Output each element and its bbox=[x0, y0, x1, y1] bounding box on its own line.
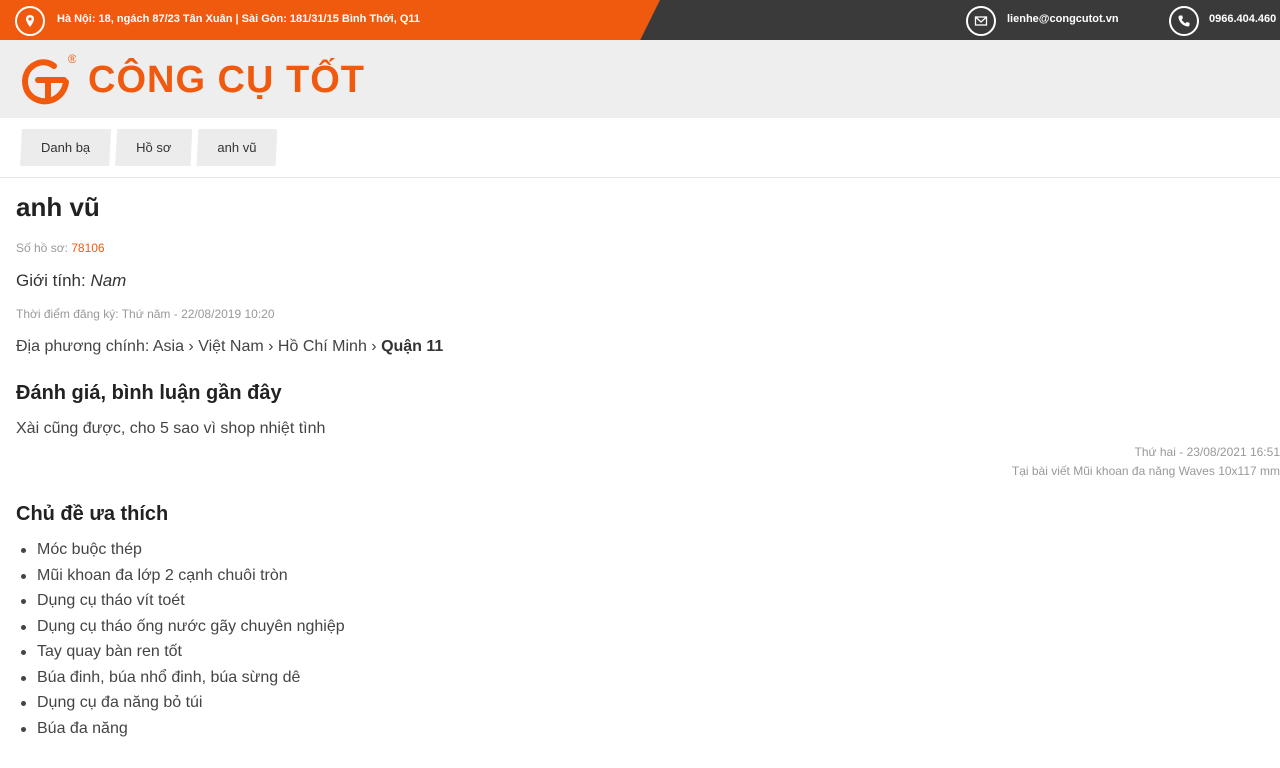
breadcrumb-item-profiles[interactable]: Hồ sơ bbox=[115, 129, 192, 166]
address-text: Hà Nội: 18, ngách 87/23 Tân Xuân | Sài G… bbox=[57, 13, 421, 25]
logo-text: CÔNG CỤ TỐT bbox=[88, 58, 365, 101]
profile-id-label: Số hồ sơ: bbox=[16, 241, 72, 255]
gender-value: Nam bbox=[90, 271, 127, 290]
list-item[interactable]: Dụng cụ tháo ống nước gãy chuyên nghiệp bbox=[16, 617, 345, 643]
svg-text:®: ® bbox=[68, 52, 76, 66]
phone-icon[interactable] bbox=[1169, 6, 1199, 36]
review-date: Thứ hai - 23/08/2021 16:51 bbox=[1134, 445, 1280, 459]
location: Địa phương chính: Asia › Việt Nam › Hồ C… bbox=[16, 338, 443, 356]
location-district[interactable]: Quận 11 bbox=[381, 338, 443, 355]
list-item[interactable]: Dụng cụ đa năng bỏ túi bbox=[16, 693, 345, 719]
site-logo[interactable]: ® CÔNG CỤ TỐT bbox=[16, 50, 365, 110]
email-icon[interactable] bbox=[966, 6, 996, 36]
top-contact-bar: Hà Nội: 18, ngách 87/23 Tân Xuân | Sài G… bbox=[0, 0, 1280, 40]
email-link[interactable]: lienhe@congcutot.vn bbox=[1007, 13, 1119, 25]
profile-id-value: 78106 bbox=[71, 241, 105, 255]
review-article-link[interactable]: Tại bài viết Mũi khoan đa năng Waves 10x… bbox=[1012, 464, 1280, 478]
registration-time: Thời điểm đăng ký: Thứ năm - 22/08/2019 … bbox=[16, 307, 275, 321]
favorites-heading: Chủ đề ưa thích bbox=[16, 503, 169, 525]
list-item[interactable]: Búa đinh, búa nhổ đinh, búa sừng dê bbox=[16, 668, 345, 694]
list-item[interactable]: Búa đa năng bbox=[16, 719, 345, 745]
breadcrumb-item-current[interactable]: anh vũ bbox=[196, 129, 277, 166]
gender: Giới tính: Nam bbox=[16, 271, 126, 291]
review-text: Xài cũng được, cho 5 sao vì shop nhiệt t… bbox=[16, 420, 326, 437]
list-item[interactable]: Mũi khoan đa lớp 2 cạnh chuôi tròn bbox=[16, 566, 345, 592]
list-item[interactable]: Móc buộc thép bbox=[16, 540, 345, 566]
profile-id: Số hồ sơ: 78106 bbox=[16, 241, 105, 255]
breadcrumb: Danh bạ Hồ sơ anh vũ bbox=[0, 118, 1280, 178]
list-item[interactable]: Tay quay bàn ren tốt bbox=[16, 642, 345, 668]
logo-mark-icon: ® bbox=[22, 52, 76, 105]
site-header: ® CÔNG CỤ TỐT bbox=[0, 40, 1280, 118]
location-label: Địa phương chính: bbox=[16, 338, 153, 355]
location-pin-icon bbox=[15, 6, 45, 36]
page-title: anh vũ bbox=[16, 192, 100, 222]
favorite-topics-list: Móc buộc thép Mũi khoan đa lớp 2 cạnh ch… bbox=[16, 540, 345, 744]
breadcrumb-item-directory[interactable]: Danh bạ bbox=[20, 129, 111, 166]
list-item[interactable]: Dụng cụ tháo vít toét bbox=[16, 591, 345, 617]
phone-link[interactable]: 0966.404.460 bbox=[1209, 13, 1276, 25]
gender-label: Giới tính: bbox=[16, 271, 91, 290]
location-path[interactable]: Asia › Việt Nam › Hồ Chí Minh › bbox=[153, 338, 381, 355]
reviews-heading: Đánh giá, bình luận gần đây bbox=[16, 382, 282, 404]
